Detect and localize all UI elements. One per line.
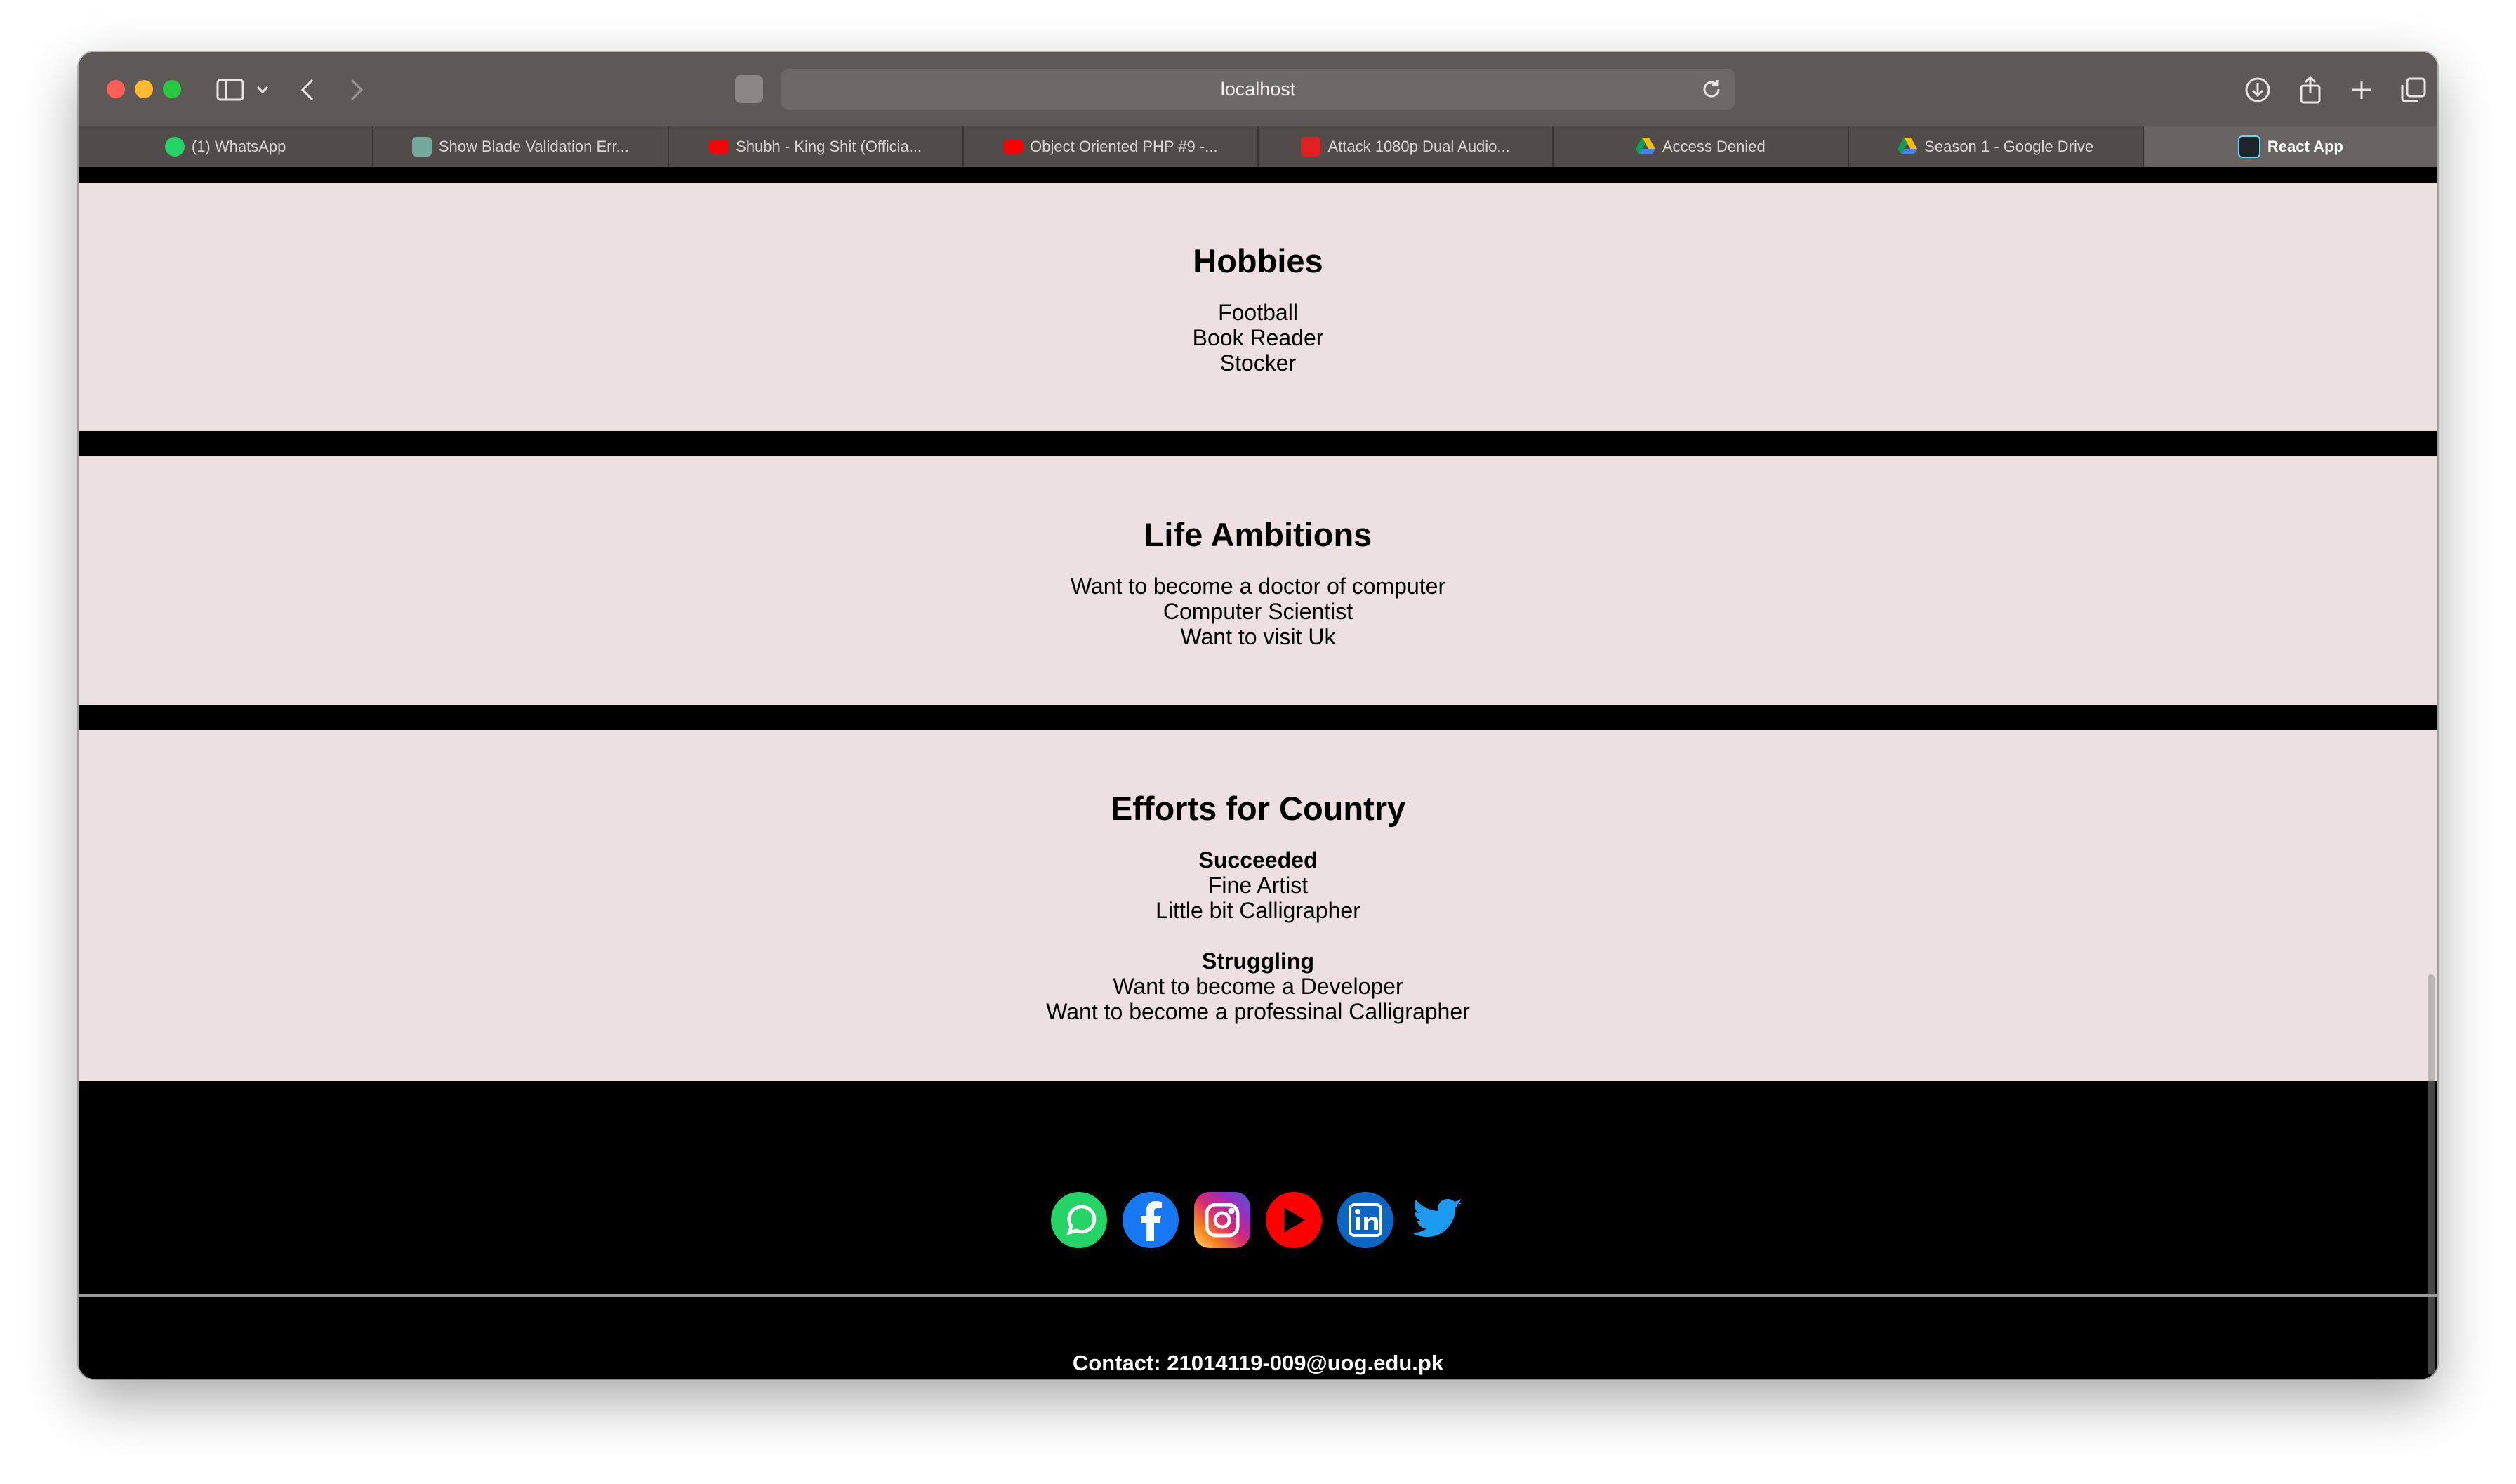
sidebar-toggle-icon[interactable]: [213, 73, 247, 107]
tab-label: Object Oriented PHP #9 -...: [1030, 138, 1218, 155]
section-title: Life Ambitions: [1144, 516, 1372, 553]
tab-overview-icon[interactable]: [2397, 73, 2430, 107]
google-drive-icon: [1636, 137, 1655, 157]
social-links: [79, 1186, 2437, 1254]
struggling-item: Want to become a professinal Calligraphe…: [1046, 999, 1470, 1024]
scrollbar[interactable]: [2428, 974, 2435, 1374]
succeeded-item: Fine Artist: [1207, 873, 1309, 898]
react-icon: [2237, 135, 2260, 158]
youtube-icon[interactable]: [1266, 1192, 1322, 1248]
tab-label: Season 1 - Google Drive: [1924, 138, 2094, 155]
tab-bar: (1) WhatsApp Show Blade Validation Err..…: [79, 126, 2437, 167]
tab-label: Show Blade Validation Err...: [438, 138, 629, 155]
address-bar[interactable]: localhost: [781, 69, 1735, 110]
forward-arrow-icon[interactable]: [340, 73, 373, 107]
contact-text: Contact: 21014119-009@uog.edu.pk: [1072, 1351, 1444, 1375]
tab-youtube-php[interactable]: Object Oriented PHP #9 -...: [963, 126, 1259, 167]
whatsapp-icon: [164, 137, 185, 157]
new-tab-icon[interactable]: [2345, 73, 2378, 107]
zoom-window-button[interactable]: [163, 80, 181, 98]
ambitions-section: Life Ambitions Want to become a doctor o…: [79, 456, 2437, 705]
facebook-icon[interactable]: [1123, 1192, 1179, 1248]
title-bar: localhost: [79, 52, 2437, 126]
ka-icon: [1301, 137, 1321, 157]
youtube-icon: [709, 140, 729, 154]
page-menu-icon[interactable]: [735, 75, 763, 103]
reload-icon[interactable]: [1700, 78, 1723, 105]
succeeded-item: Little bit Calligrapher: [1156, 898, 1360, 923]
tab-label: Access Denied: [1662, 138, 1766, 155]
tab-access-denied[interactable]: Access Denied: [1554, 126, 1849, 167]
instagram-icon[interactable]: [1194, 1192, 1250, 1248]
hobby-item: Stocker: [1219, 350, 1297, 376]
tab-chatgpt[interactable]: Show Blade Validation Err...: [373, 126, 669, 167]
ambition-item: Computer Scientist: [1163, 599, 1353, 624]
chevron-down-icon[interactable]: [246, 73, 279, 107]
tab-youtube-shubh[interactable]: Shubh - King Shit (Officia...: [668, 126, 964, 167]
footer-divider: [79, 1294, 2437, 1297]
tab-attack[interactable]: Attack 1080p Dual Audio...: [1259, 126, 1554, 167]
youtube-icon: [1003, 140, 1024, 154]
share-icon[interactable]: [2293, 73, 2327, 107]
url-text: localhost: [1220, 78, 1296, 100]
linkedin-icon[interactable]: [1337, 1192, 1393, 1248]
download-icon[interactable]: [2241, 73, 2275, 107]
efforts-section: Efforts for Country Succeeded Fine Artis…: [79, 730, 2437, 1081]
hobby-item: Book Reader: [1192, 325, 1324, 350]
google-drive-icon: [1898, 137, 1918, 157]
struggling-item: Want to become a Developer: [1113, 974, 1403, 999]
tab-label: (1) WhatsApp: [191, 138, 286, 155]
tab-react-app[interactable]: React App: [2143, 126, 2437, 167]
page-content: Hobbies Football Book Reader Stocker Lif…: [79, 167, 2437, 1379]
tab-google-drive[interactable]: Season 1 - Google Drive: [1848, 126, 2144, 167]
succeeded-heading: Succeeded: [1198, 847, 1318, 873]
hobbies-section: Hobbies Football Book Reader Stocker: [79, 183, 2437, 431]
tab-whatsapp[interactable]: (1) WhatsApp: [79, 126, 374, 167]
struggling-heading: Struggling: [1202, 948, 1314, 974]
whatsapp-icon[interactable]: [1051, 1192, 1107, 1248]
ambition-item: Want to visit Uk: [1180, 624, 1336, 649]
section-title: Hobbies: [1193, 242, 1323, 279]
browser-window: localhost (1) WhatsApp Show Blade Valida…: [79, 52, 2437, 1379]
chatgpt-icon: [411, 137, 432, 157]
back-arrow-icon[interactable]: [291, 73, 324, 107]
minimize-window-button[interactable]: [135, 80, 153, 98]
tab-label: Shubh - King Shit (Officia...: [736, 138, 922, 155]
twitter-icon[interactable]: [1409, 1192, 1465, 1248]
close-window-button[interactable]: [107, 80, 125, 98]
hobby-item: Football: [1218, 300, 1298, 325]
tab-label: React App: [2267, 138, 2343, 155]
tab-label: Attack 1080p Dual Audio...: [1327, 138, 1510, 155]
section-title: Efforts for Country: [1110, 790, 1406, 827]
ambition-item: Want to become a doctor of computer: [1070, 574, 1446, 599]
